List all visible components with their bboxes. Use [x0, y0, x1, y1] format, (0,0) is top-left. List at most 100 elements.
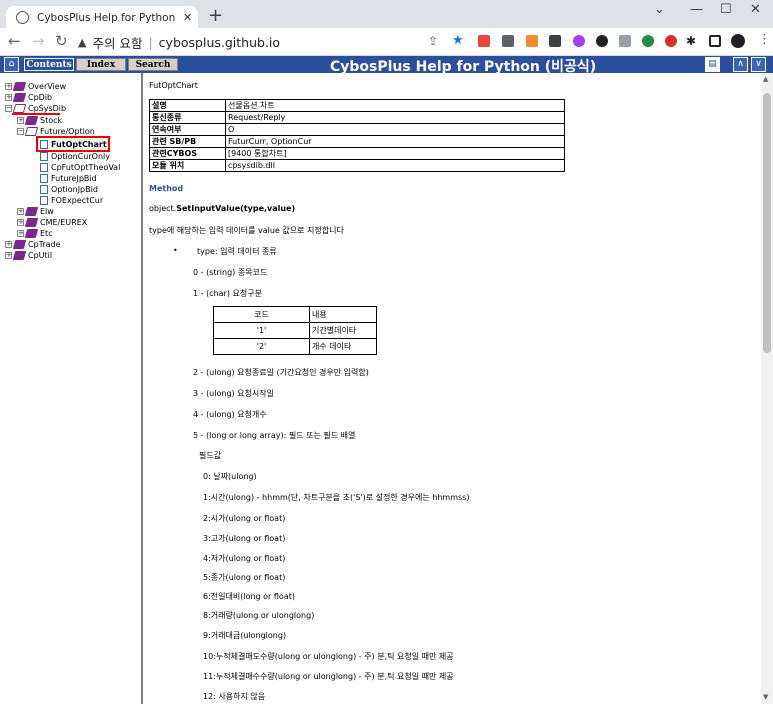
param-type: type: 입력 데이터 종류 — [197, 247, 277, 256]
table-row: 코드 내용 — [213, 306, 377, 323]
extension-icon[interactable] — [665, 35, 677, 47]
extension-icon[interactable] — [478, 35, 490, 47]
type-3: 3 - (ulong) 요청시작일 — [193, 389, 274, 398]
forward-arrow-icon[interactable]: → — [32, 32, 45, 50]
avatar[interactable] — [731, 34, 745, 48]
page-icon — [40, 139, 48, 149]
tree-item-futoptchart[interactable]: FutOptChart — [40, 139, 107, 149]
type-0: 0 - (string) 종목코드 — [193, 268, 268, 277]
code-table: 코드 내용 '1' 기간별데이타 '2' 개수 데이타 — [213, 306, 377, 355]
maximize-icon[interactable]: ☐ — [720, 2, 732, 17]
extension-icon[interactable] — [573, 35, 585, 47]
field-item: 2:시가(ulong or float) — [203, 514, 286, 523]
field-item: 3:고가(ulong or float) — [203, 534, 286, 543]
tree-item-optioncuronly[interactable]: OptionCurOnly — [40, 151, 110, 161]
security-warning-label: 주의 요함 — [92, 35, 143, 51]
contents-tree: + OverView + CpDib − CpSysDib + Stock − Futur… — [0, 73, 143, 704]
menu-icon[interactable]: ⋮ — [758, 32, 771, 47]
tree-item-futurejpbid[interactable]: FutureJpBid — [40, 173, 97, 183]
extension-icon[interactable] — [596, 35, 608, 47]
extension-icon[interactable] — [502, 35, 514, 47]
tree-item-cptrade[interactable]: + CpTrade — [5, 239, 61, 249]
tree-item-foexpectcur[interactable]: FOExpectCur — [40, 195, 103, 205]
tab-contents[interactable]: Contents — [24, 58, 74, 71]
tree-item-overview[interactable]: + OverView — [5, 81, 66, 91]
print-icon[interactable]: ▤ — [705, 57, 720, 72]
tree-item-future-option[interactable]: − Future/Option — [17, 126, 95, 136]
page-icon — [40, 162, 48, 172]
field-item: 4:저가(ulong or float) — [203, 554, 286, 563]
table-row: '2' 개수 데이타 — [213, 338, 377, 355]
expand-icon[interactable]: + — [5, 93, 12, 101]
back-arrow-icon[interactable]: ← — [8, 32, 21, 50]
expand-icon[interactable]: + — [5, 251, 12, 259]
window-close-icon[interactable]: ✕ — [750, 2, 761, 17]
field-heading: 필드값 — [199, 451, 222, 460]
side-panel-icon[interactable] — [709, 35, 721, 47]
tab-strip: CybosPlus Help for Python (비공 ✕ + ⌄ — ☐ … — [0, 0, 773, 28]
open-book-icon — [12, 103, 27, 113]
share-icon[interactable]: ⇪ — [428, 34, 438, 48]
reload-icon[interactable]: ↻ — [55, 32, 68, 50]
tree-item-stock[interactable]: + Stock — [17, 115, 62, 125]
tree-item-cputil[interactable]: + CpUtil — [5, 250, 52, 260]
help-header: ⌂ Contents Index Search CybosPlus Help f… — [0, 56, 773, 75]
extension-icon[interactable] — [526, 35, 538, 47]
extension-icon[interactable] — [549, 35, 561, 47]
collapse-icon[interactable]: − — [17, 127, 24, 135]
tree-item-cpsysdib[interactable]: − CpSysDib — [5, 103, 66, 113]
content-scrollbar[interactable]: ▲ ▼ — [761, 73, 773, 704]
page-icon — [40, 195, 48, 205]
scroll-down-icon[interactable]: ▼ — [763, 693, 768, 701]
table-row: '1' 기간별데이타 — [213, 322, 377, 339]
type-2: 2 - (ulong) 요청종료일 (기간요청인 경우만 입력함) — [193, 368, 369, 377]
home-icon[interactable]: ⌂ — [4, 57, 19, 72]
expand-icon[interactable]: + — [17, 116, 24, 124]
tree-item-etc[interactable]: + Etc — [17, 228, 53, 238]
tree-item-cpfutopttheoval[interactable]: CpFutOptTheoVal — [40, 162, 120, 172]
scroll-up-icon[interactable]: ▲ — [763, 75, 768, 83]
method-signature: object.SetInputValue(type,value) — [149, 204, 296, 213]
tree-item-optionjpbid[interactable]: OptionJpBid — [40, 184, 98, 194]
collapse-icon[interactable]: − — [5, 104, 12, 112]
type-1: 1 - (char) 요청구분 — [193, 289, 262, 298]
expand-icon[interactable]: + — [17, 218, 24, 226]
close-tab-icon[interactable]: ✕ — [183, 11, 192, 24]
tab-search[interactable]: Search — [128, 58, 178, 71]
tree-item-cpdib[interactable]: + CpDib — [5, 92, 52, 102]
expand-icon[interactable]: + — [17, 207, 24, 215]
chevron-up-icon[interactable]: ∧ — [733, 57, 748, 72]
browser-toolbar: ← → ↻ ▲ 주의 요함 | cybosplus.github.io ⇪ ★ … — [0, 28, 773, 56]
field-item: 1:시간(ulong) - hhmm(단, 차트구분을 초('S')로 설정한 … — [203, 493, 470, 502]
expand-icon[interactable]: + — [5, 240, 12, 248]
expand-icon[interactable]: + — [17, 229, 24, 237]
book-icon — [24, 217, 39, 227]
field-item: 9:거래대금(ulonglong) — [203, 631, 287, 640]
expand-icon[interactable]: + — [5, 82, 12, 90]
tree-item-elw[interactable]: + Elw — [17, 206, 54, 216]
puzzle-icon[interactable]: ✱ — [686, 34, 696, 48]
address-bar[interactable]: ▲ 주의 요함 | cybosplus.github.io — [78, 31, 478, 53]
open-book-icon — [24, 126, 39, 136]
book-icon — [12, 250, 27, 260]
extension-icon[interactable] — [642, 35, 654, 47]
bookmark-star-icon[interactable]: ★ — [452, 33, 464, 48]
shield-icon[interactable] — [619, 35, 631, 47]
browser-tab[interactable]: CybosPlus Help for Python (비공 ✕ — [6, 6, 198, 28]
warning-icon: ▲ — [78, 35, 87, 49]
new-tab-button[interactable]: + — [208, 5, 223, 26]
field-item: 12: 사용하지 않음 — [203, 692, 266, 701]
bullet-icon: • — [173, 246, 178, 255]
chevron-down-icon[interactable]: ∨ — [751, 57, 766, 72]
chevron-down-icon[interactable]: ⌄ — [654, 2, 665, 17]
scrollbar-thumb[interactable] — [763, 93, 771, 353]
minimize-icon[interactable]: — — [690, 2, 703, 17]
tab-index[interactable]: Index — [76, 58, 126, 71]
table-row: 관련 SB/PB FuturCurr, OptionCur — [149, 135, 565, 148]
tab-title: CybosPlus Help for Python (비공 — [37, 11, 177, 24]
table-row: 통신종류 Request/Reply — [149, 111, 565, 124]
field-item: 11:누적체결매수수량(ulong or ulonglong) - 주) 분,틱… — [203, 672, 454, 681]
tree-item-cme-eurex[interactable]: + CME/EUREX — [17, 217, 87, 227]
field-item: 0: 날짜(ulong) — [203, 472, 257, 481]
table-row: 연속여부 O — [149, 123, 565, 136]
